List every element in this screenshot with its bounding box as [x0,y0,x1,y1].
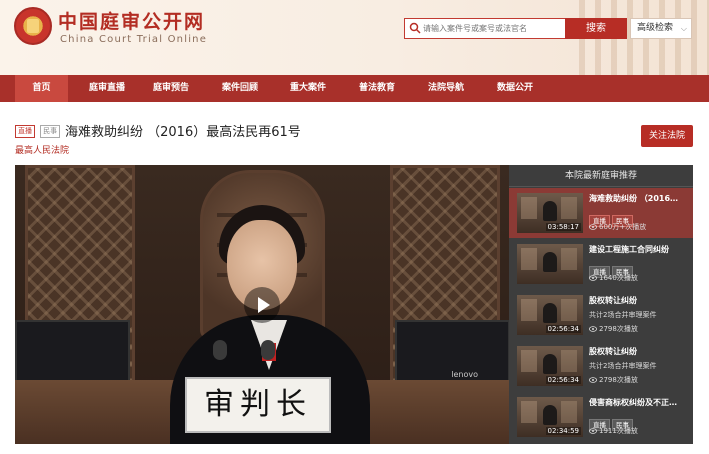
view-count-text: 2798次播放 [599,325,638,333]
recommendation-item[interactable]: 02:56:34 股权转让纠纷 共计2场合并审理案件 2798次播放 [509,341,693,391]
monitor-right: lenovo [395,320,509,385]
view-count-text: 2798次播放 [599,376,638,384]
view-count: 600万+次播放 [589,222,646,232]
eye-icon [589,428,597,434]
site-title[interactable]: 中国庭审公开网 [58,7,205,34]
monitor-brand: lenovo [451,370,478,379]
view-count: 1640次播放 [589,273,638,283]
chief-judge-nameplate: 审判长 [185,377,331,433]
nav-item-home[interactable]: 首页 [15,75,68,102]
nav-item-legal-education[interactable]: 普法教育 [348,75,406,102]
view-count: 2798次播放 [589,324,638,334]
nav-item-court-navigation[interactable]: 法院导航 [417,75,475,102]
video-player[interactable]: lenovo 审判长 [15,165,509,444]
nav-item-live[interactable]: 庭审直播 [78,75,136,102]
view-count: 2798次播放 [589,375,638,385]
nav-item-data-open[interactable]: 数据公开 [486,75,544,102]
case-title: 海难救助纠纷 （2016）最高法民再61号 [65,125,301,140]
eye-icon [589,224,597,230]
video-thumbnail[interactable] [517,244,583,284]
recommendation-title-text[interactable]: 海难救助纠纷 （2016… [589,193,689,204]
duration-label: 03:58:17 [545,223,581,231]
advanced-search-label: 高级检索 [637,23,674,33]
search-input[interactable] [423,19,565,38]
nav-item-major-cases[interactable]: 重大案件 [279,75,337,102]
duration-label: 02:56:34 [545,325,581,333]
case-type-badge: 民事 [40,125,61,138]
video-thumbnail[interactable]: 02:34:59 [517,397,583,437]
advanced-search-button[interactable]: 高级检索 ⌵ [630,18,692,39]
follow-court-button[interactable]: 关注法院 [641,125,693,147]
play-icon[interactable] [244,287,280,323]
video-thumbnail[interactable]: 02:56:34 [517,346,583,386]
view-count-text: 1640次播放 [599,274,638,282]
recommendation-item[interactable]: 02:56:34 股权转让纠纷 共计2场合并审理案件 2798次播放 [509,290,693,340]
recommendation-panel: 本院最新庭审推荐 03:58:17 海难救助纠纷 （2016… 直播 民事 600… [509,165,693,444]
merged-cases-note: 共计2场合并审理案件 [589,362,657,370]
view-count-text: 1911次播放 [599,427,638,435]
recommendation-title-text[interactable]: 股权转让纠纷 [589,295,689,306]
nav-item-preview[interactable]: 庭审预告 [142,75,200,102]
site-subtitle: China Court Trial Online [60,34,208,45]
nav-item-review[interactable]: 案件回顾 [211,75,269,102]
view-count: 1911次播放 [589,426,638,436]
recommendation-title-text[interactable]: 侵害商标权纠纷及不正… [589,397,689,408]
search-box: 搜索 [404,18,627,39]
microphone-left [213,340,227,360]
microphone-right [261,340,275,360]
video-thumbnail[interactable]: 03:58:17 [517,193,583,233]
merged-cases-note: 共计2场合并审理案件 [589,311,657,319]
court-emblem-icon[interactable] [14,7,52,45]
recommendation-item[interactable]: 03:58:17 海难救助纠纷 （2016… 直播 民事 600万+次播放 [509,188,693,238]
duration-label: 02:34:59 [545,427,581,435]
eye-icon [589,326,597,332]
recommendation-title: 本院最新庭审推荐 [509,165,693,187]
monitor-left [15,320,130,385]
recommendation-title-text[interactable]: 股权转让纠纷 [589,346,689,357]
case-tags: 直播 民事 [15,121,61,139]
search-icon [409,22,421,34]
live-badge: 直播 [15,125,35,138]
eye-icon [589,275,597,281]
video-thumbnail[interactable]: 02:56:34 [517,295,583,335]
recommendation-item[interactable]: 02:34:59 侵害商标权纠纷及不正… 直播 民事 1911次播放 [509,392,693,442]
duration-label: 02:56:34 [545,376,581,384]
search-button[interactable]: 搜索 [565,18,627,39]
chevron-down-icon: ⌵ [680,24,687,33]
eye-icon [589,377,597,383]
main-nav: 首页 庭审直播 庭审预告 案件回顾 重大案件 普法教育 法院导航 数据公开 [0,75,709,102]
view-count-text: 600万+次播放 [599,223,647,231]
recommendation-title-text[interactable]: 建设工程施工合同纠纷 [589,244,689,255]
recommendation-item[interactable]: 建设工程施工合同纠纷 直播 民事 1640次播放 [509,239,693,289]
court-name-link[interactable]: 最高人民法院 [15,143,69,156]
site-header: 中国庭审公开网 China Court Trial Online 搜索 高级检索… [0,0,709,75]
